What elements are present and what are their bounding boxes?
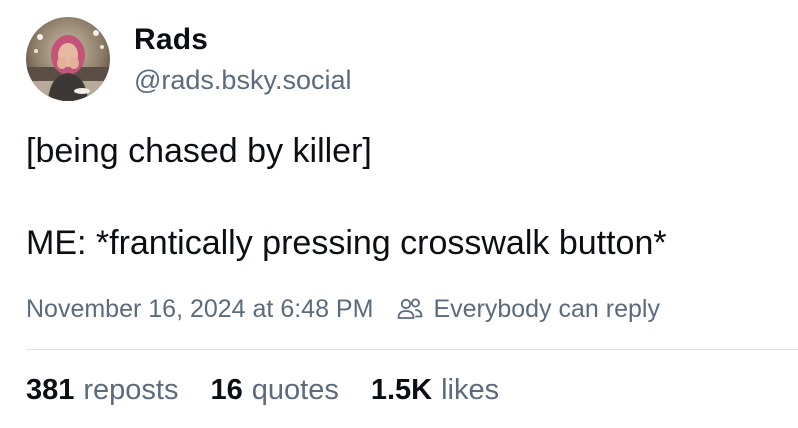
- people-icon: [398, 298, 423, 319]
- avatar-image: [26, 17, 110, 101]
- post-detail: Rads @rads.bsky.social [being chased by …: [0, 0, 798, 428]
- post-meta: November 16, 2024 at 6:48 PM Everybody c…: [26, 292, 660, 326]
- author-names: Rads @rads.bsky.social: [134, 21, 351, 97]
- quotes-count: 16: [210, 374, 243, 406]
- quotes-stat[interactable]: 16 quotes: [211, 372, 339, 408]
- avatar[interactable]: [26, 17, 110, 101]
- likes-label: likes: [441, 374, 500, 406]
- reply-permission: Everybody can reply: [395, 292, 660, 326]
- likes-stat[interactable]: 1.5K likes: [371, 372, 499, 408]
- post-timestamp[interactable]: November 16, 2024 at 6:48 PM: [26, 292, 373, 326]
- post-text: [being chased by killer] ME: *franticall…: [26, 128, 786, 266]
- author-row: Rads @rads.bsky.social: [26, 17, 351, 101]
- reposts-label: reposts: [83, 374, 179, 406]
- author-display-name[interactable]: Rads: [134, 23, 351, 57]
- quotes-label: quotes: [251, 374, 339, 406]
- post-stats: 381 reposts 16 quotes 1.5K likes: [26, 372, 531, 408]
- author-handle[interactable]: @rads.bsky.social: [134, 63, 351, 97]
- post-text-line: [being chased by killer]: [26, 132, 372, 170]
- likes-count: 1.5K: [370, 374, 433, 406]
- reposts-count: 381: [26, 374, 75, 406]
- divider: [26, 349, 798, 350]
- reposts-stat[interactable]: 381 reposts: [26, 372, 179, 408]
- reply-permission-label: Everybody can reply: [433, 295, 660, 323]
- post-text-line: ME: *frantically pressing crosswalk butt…: [26, 224, 667, 262]
